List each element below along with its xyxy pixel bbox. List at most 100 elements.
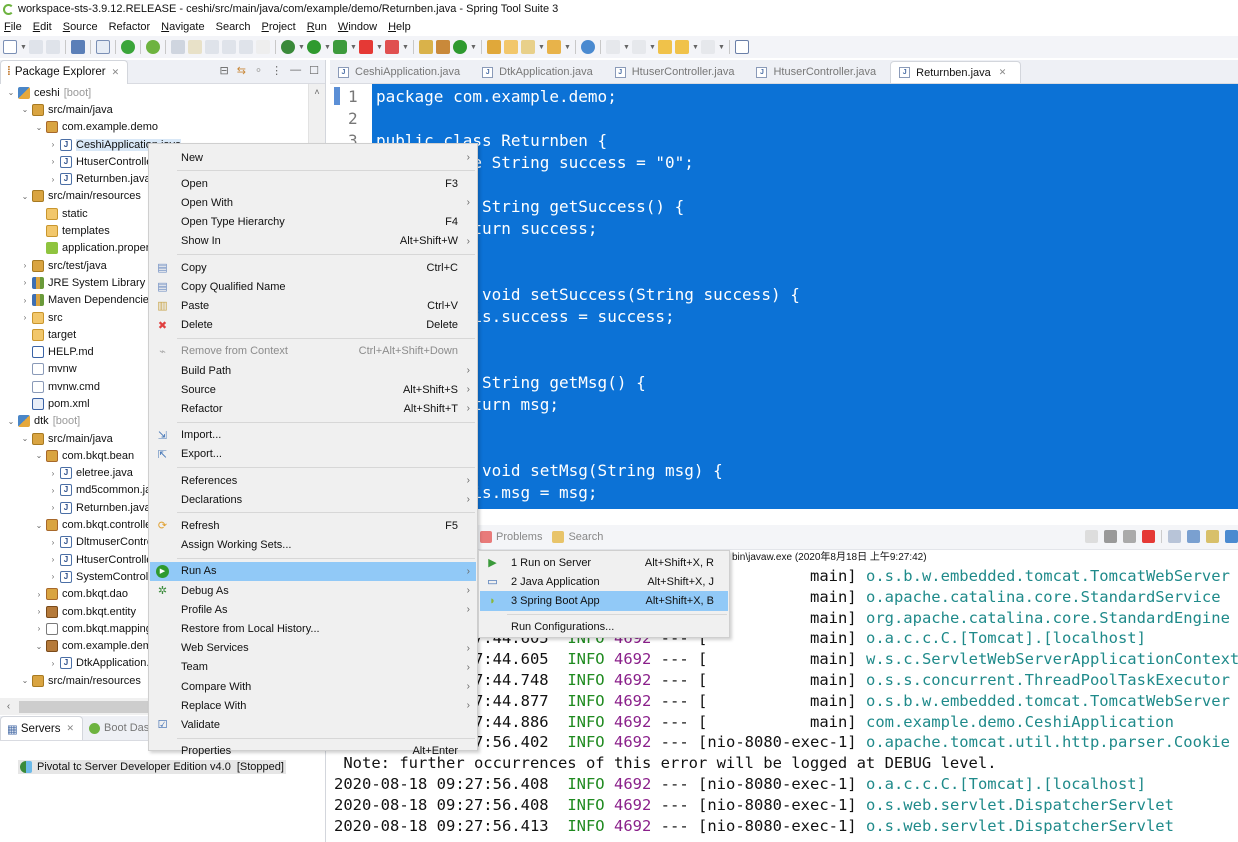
collapse-arrow-icon[interactable]: ›	[48, 503, 58, 512]
menu-item-run-configurations[interactable]: Run Configurations...	[480, 618, 728, 637]
menu-help[interactable]: Help	[388, 21, 411, 33]
code-selection[interactable]: package com.example.demo; public class Re…	[372, 84, 1238, 524]
link-with-editor-icon[interactable]: ⇆	[237, 64, 246, 77]
spring-icon[interactable]	[146, 40, 160, 54]
menu-item-copy-qualified-name[interactable]: ▤ Copy Qualified Name	[150, 277, 476, 296]
scroll-thumb[interactable]	[19, 700, 149, 713]
tab-servers[interactable]: ▦ Servers ✕	[0, 716, 84, 740]
show-whitespace-icon[interactable]	[239, 40, 253, 54]
tab-search[interactable]: Search	[568, 531, 603, 543]
collapse-arrow-icon[interactable]: ›	[48, 140, 58, 149]
expand-icon[interactable]: ⌄	[20, 434, 30, 443]
menu-item-references[interactable]: References ›	[150, 471, 476, 490]
menu-item-assign-working-sets[interactable]: Assign Working Sets...	[150, 536, 476, 555]
pin-icon[interactable]	[171, 40, 185, 54]
new-dropdown-icon[interactable]: ▼	[20, 44, 27, 51]
menu-item-new[interactable]: New ›	[150, 148, 476, 167]
editor-tab[interactable]: HtuserController.java	[748, 61, 890, 83]
stop-icon[interactable]	[359, 40, 373, 54]
menu-item-compare-with[interactable]: Compare With ›	[150, 677, 476, 696]
collapse-arrow-icon[interactable]: ›	[48, 572, 58, 581]
open-task-icon[interactable]	[504, 40, 518, 54]
globe-icon[interactable]	[581, 40, 595, 54]
spring-boot-dashboard-icon[interactable]	[121, 40, 135, 54]
menu-file[interactable]: File	[4, 21, 22, 33]
minimize-icon[interactable]: —	[290, 64, 301, 77]
edit-icon[interactable]	[188, 40, 202, 54]
scroll-lock-icon[interactable]	[1187, 530, 1200, 543]
menu-item-show-in[interactable]: Show In Alt+Shift+W ›	[150, 232, 476, 251]
menu-item-restore-from-local-history[interactable]: Restore from Local History...	[150, 619, 476, 638]
expand-icon[interactable]: ⌄	[20, 676, 30, 685]
menu-item-debug-as[interactable]: ✲ Debug As ›	[150, 581, 476, 600]
collapse-arrow-icon[interactable]: ›	[20, 313, 30, 322]
last-edit-icon[interactable]	[658, 40, 672, 54]
next-annotation-icon[interactable]	[606, 40, 620, 54]
menu-item-run-as[interactable]: ▶ Run As ›	[150, 561, 476, 581]
menu-item-properties[interactable]: Properties Alt+Enter	[150, 742, 476, 761]
open-perspective-icon[interactable]	[735, 40, 749, 54]
editor-tab[interactable]: CeshiApplication.java	[330, 61, 474, 83]
editor-tab[interactable]: Returnben.java ✕	[890, 61, 1022, 83]
remove-launch-icon[interactable]	[1104, 530, 1117, 543]
menu-item-source[interactable]: Source Alt+Shift+S ›	[150, 380, 476, 399]
open-type-icon[interactable]	[487, 40, 501, 54]
tab-package-explorer[interactable]: ⁞ Package Explorer ✕	[0, 59, 129, 84]
clear-console-icon[interactable]	[1168, 530, 1181, 543]
tab-problems[interactable]: Problems	[496, 531, 542, 543]
collapse-arrow-icon[interactable]: ›	[20, 296, 30, 305]
external-tools-icon[interactable]	[385, 40, 399, 54]
new-class-icon[interactable]	[453, 40, 467, 54]
menu-edit[interactable]: Edit	[33, 21, 52, 33]
new-package-icon[interactable]	[436, 40, 450, 54]
expand-icon[interactable]: ⌄	[6, 417, 16, 426]
new-java-project-icon[interactable]	[419, 40, 433, 54]
remove-all-launches-icon[interactable]	[1123, 530, 1136, 543]
menu-item-delete[interactable]: ✖ Delete Delete	[150, 316, 476, 335]
save-all-icon[interactable]	[46, 40, 60, 54]
menu-item-copy[interactable]: ▤ Copy Ctrl+C	[150, 258, 476, 277]
collapse-arrow-icon[interactable]: ›	[48, 175, 58, 184]
menu-item-web-services[interactable]: Web Services ›	[150, 639, 476, 658]
close-icon[interactable]: ✕	[112, 67, 120, 78]
paragraph-icon[interactable]	[256, 40, 270, 54]
view-menu-icon[interactable]: ⋮	[271, 64, 282, 77]
menu-item-build-path[interactable]: Build Path ›	[150, 361, 476, 380]
collapse-all-icon[interactable]: ⊟	[219, 64, 228, 77]
run-coverage-icon[interactable]	[333, 40, 347, 54]
menu-run[interactable]: Run	[307, 21, 327, 33]
tree-item[interactable]: ⌄ src/main/java	[0, 101, 325, 118]
save-icon[interactable]	[29, 40, 43, 54]
back-icon[interactable]	[675, 40, 689, 54]
menu-item-team[interactable]: Team ›	[150, 658, 476, 677]
forward-icon[interactable]	[701, 40, 715, 54]
block-select-icon[interactable]	[222, 40, 236, 54]
collapse-arrow-icon[interactable]: ›	[34, 590, 44, 599]
annotation-icon[interactable]	[547, 40, 561, 54]
open-console-icon[interactable]	[71, 40, 85, 54]
menu-refactor[interactable]: Refactor	[109, 21, 151, 33]
menu-source[interactable]: Source	[63, 21, 98, 33]
close-icon[interactable]: ✕	[999, 67, 1007, 78]
new-icon[interactable]	[3, 40, 17, 54]
menu-project[interactable]: Project	[261, 21, 295, 33]
prev-annotation-icon[interactable]	[632, 40, 646, 54]
menu-item-export[interactable]: ⇱ Export...	[150, 445, 476, 464]
close-icon[interactable]: ✕	[67, 723, 75, 734]
word-wrap-icon[interactable]	[1206, 530, 1219, 543]
collapse-arrow-icon[interactable]: ›	[48, 469, 58, 478]
menu-item-open-with[interactable]: Open With ›	[150, 193, 476, 212]
open-console-icon[interactable]	[1225, 530, 1238, 543]
expand-icon[interactable]: ⌄	[20, 192, 30, 201]
collapse-arrow-icon[interactable]: ›	[48, 538, 58, 547]
collapse-arrow-icon[interactable]: ›	[48, 157, 58, 166]
collapse-arrow-icon[interactable]: ›	[48, 555, 58, 564]
scroll-left-icon[interactable]: ‹	[0, 701, 17, 712]
expand-icon[interactable]: ⌄	[34, 521, 44, 530]
expand-icon[interactable]: ⌄	[34, 123, 44, 132]
server-item[interactable]: Pivotal tc Server Developer Edition v4.0…	[18, 760, 286, 774]
menu-item-validate[interactable]: ☑ Validate	[150, 715, 476, 734]
menu-item-import[interactable]: ⇲ Import...	[150, 426, 476, 445]
maximize-icon[interactable]: ☐	[309, 64, 319, 77]
menu-item-paste[interactable]: ▥ Paste Ctrl+V	[150, 296, 476, 315]
